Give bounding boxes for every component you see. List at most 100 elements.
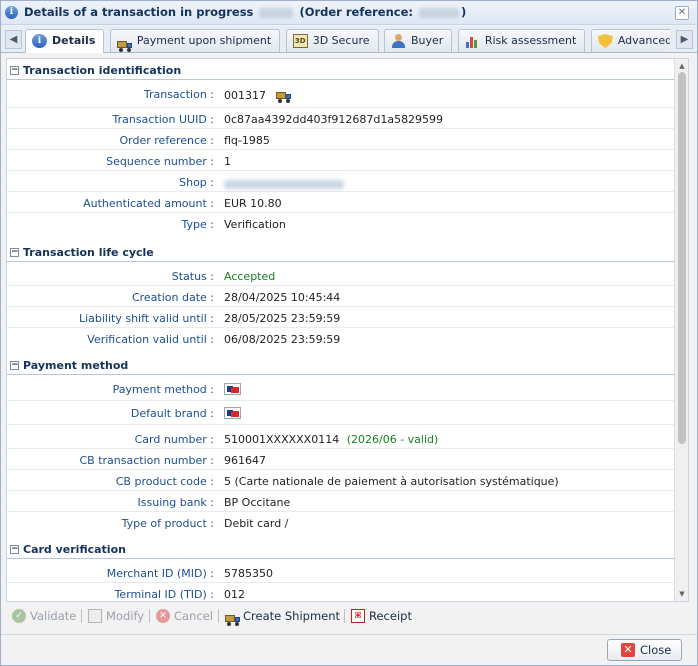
tab-label: Buyer [411, 34, 444, 47]
check-icon: ✓ [12, 609, 26, 623]
3d-secure-icon: 3D [292, 34, 308, 48]
redacted-text [419, 7, 460, 18]
collapse-icon[interactable]: − [10, 248, 19, 257]
tab-scroll-left-icon[interactable]: ◀ [5, 30, 22, 49]
tab-details[interactable]: i Details [25, 29, 105, 53]
field-label: Authenticated amount : [83, 197, 214, 210]
field-value: 5785350 [224, 567, 273, 580]
field-value: 0c87aa4392dd403f912687d1a5829599 [224, 113, 444, 126]
tab-advanced-risk-assessment[interactable]: Advanced risk assessment [590, 29, 670, 52]
vertical-scrollbar[interactable]: ▲ ▼ [674, 59, 688, 601]
create-shipment-button[interactable]: Create Shipment [225, 607, 341, 626]
row-cb-product-code: CB product code : 5 (Carte nationale de … [7, 470, 674, 491]
scroll-up-icon[interactable]: ▲ [677, 61, 687, 71]
toolbar-separator [149, 609, 150, 623]
row-issuing-bank: Issuing bank : BP Occitane [7, 491, 674, 512]
window-title-mid: (Order reference: [299, 5, 413, 19]
details-panel[interactable]: − Transaction identification Transaction… [6, 58, 689, 602]
receipt-button[interactable]: ⌘ Receipt [351, 607, 412, 625]
tab-label: Risk assessment [484, 34, 577, 47]
tab-scroll-right-icon[interactable]: ▶ [676, 30, 693, 49]
cb-card-icon [224, 383, 241, 395]
tab-label: Details [52, 34, 96, 47]
collapse-icon[interactable]: − [10, 361, 19, 370]
scroll-down-icon[interactable]: ▼ [677, 589, 687, 599]
button-label: Cancel [174, 609, 213, 623]
field-value: 001317 [224, 89, 292, 103]
button-label: Create Shipment [243, 609, 341, 623]
tab-label: 3D Secure [312, 34, 370, 47]
field-label: Liability shift valid until : [78, 312, 214, 325]
row-liability-shift: Liability shift valid until : 28/05/2025… [7, 307, 674, 328]
scrollbar-thumb[interactable] [678, 72, 686, 444]
section-title: Transaction identification [23, 64, 182, 77]
section-transaction-identification[interactable]: − Transaction identification [7, 62, 674, 80]
field-label: Status : [171, 270, 214, 283]
cancel-button[interactable]: ✕ Cancel [156, 607, 213, 625]
row-default-brand: Default brand : [7, 401, 674, 425]
field-value: 28/04/2025 10:45:44 [224, 291, 341, 304]
field-label: Transaction UUID : [112, 113, 214, 126]
field-value: Debit card / [224, 517, 289, 530]
field-value: 510001XXXXXX0114 (2026/06 - valid) [224, 433, 438, 446]
field-label: Order reference : [119, 134, 214, 147]
field-value: 5 (Carte nationale de paiement à autoris… [224, 475, 559, 488]
button-label: Close [640, 643, 672, 657]
row-cb-transaction-number: CB transaction number : 961647 [7, 449, 674, 470]
field-label: Card number : [134, 433, 214, 446]
cb-card-icon [224, 407, 241, 419]
modify-button[interactable]: Modify [88, 607, 144, 625]
row-verification-valid: Verification valid until : 06/08/2025 23… [7, 328, 674, 349]
window-title-suffix: ) [461, 5, 467, 19]
field-value: Verification [224, 218, 286, 231]
row-sequence-number: Sequence number : 1 [7, 150, 674, 171]
field-value: BP Occitane [224, 496, 291, 509]
field-value [224, 406, 241, 419]
info-icon: i [32, 34, 47, 48]
toolbar-separator [218, 609, 219, 623]
tab-payment-upon-shipment[interactable]: Payment upon shipment [109, 29, 281, 52]
field-label: Terminal ID (TID) : [114, 588, 214, 601]
field-value: EUR 10.80 [224, 197, 282, 210]
field-value: 1 [224, 155, 231, 168]
row-merchant-id: Merchant ID (MID) : 5785350 [7, 562, 674, 583]
info-icon: i [5, 6, 18, 19]
field-value [224, 177, 344, 190]
buyer-icon [391, 34, 406, 48]
close-window-icon[interactable]: ✕ [675, 6, 689, 20]
section-card-verification[interactable]: − Card verification [7, 541, 674, 559]
field-label: Issuing bank : [137, 496, 214, 509]
tab-risk-assessment[interactable]: Risk assessment [457, 29, 586, 52]
edit-icon [88, 609, 102, 623]
field-value: flq-1985 [224, 134, 270, 147]
section-payment-method[interactable]: − Payment method [7, 357, 674, 375]
redacted-text [259, 7, 294, 18]
row-creation-date: Creation date : 28/04/2025 10:45:44 [7, 286, 674, 307]
section-transaction-life-cycle[interactable]: − Transaction life cycle [7, 244, 674, 262]
pdf-icon: ⌘ [351, 609, 365, 623]
shield-icon [597, 34, 613, 48]
window-title: Details of a transaction in progress (Or… [24, 5, 466, 19]
field-label: Sequence number : [106, 155, 214, 168]
tab-buyer[interactable]: Buyer [384, 29, 453, 52]
row-status: Status : Accepted [7, 265, 674, 286]
transaction-number: 001317 [224, 89, 266, 102]
row-shop: Shop : [7, 171, 674, 192]
close-button[interactable]: ✕ Close [607, 639, 682, 661]
validate-button[interactable]: ✓ Validate [12, 607, 76, 625]
collapse-icon[interactable]: − [10, 545, 19, 554]
cancel-icon: ✕ [156, 609, 170, 623]
toolbar-separator [81, 609, 82, 623]
tab-3d-secure[interactable]: 3D 3D Secure [285, 29, 379, 52]
field-label: Transaction : [143, 88, 214, 101]
row-transaction-uuid: Transaction UUID : 0c87aa4392dd403f91268… [7, 108, 674, 129]
collapse-icon[interactable]: − [10, 66, 19, 75]
section-title: Payment method [23, 359, 129, 372]
window-title-prefix: Details of a transaction in progress [24, 5, 254, 19]
truck-icon [225, 610, 240, 626]
chart-icon [465, 34, 480, 48]
row-order-reference: Order reference : flq-1985 [7, 129, 674, 150]
tab-list: i Details Payment upon shipment 3D 3D Se… [25, 29, 670, 53]
field-label: Shop : [179, 176, 214, 189]
field-label: Merchant ID (MID) : [106, 567, 214, 580]
